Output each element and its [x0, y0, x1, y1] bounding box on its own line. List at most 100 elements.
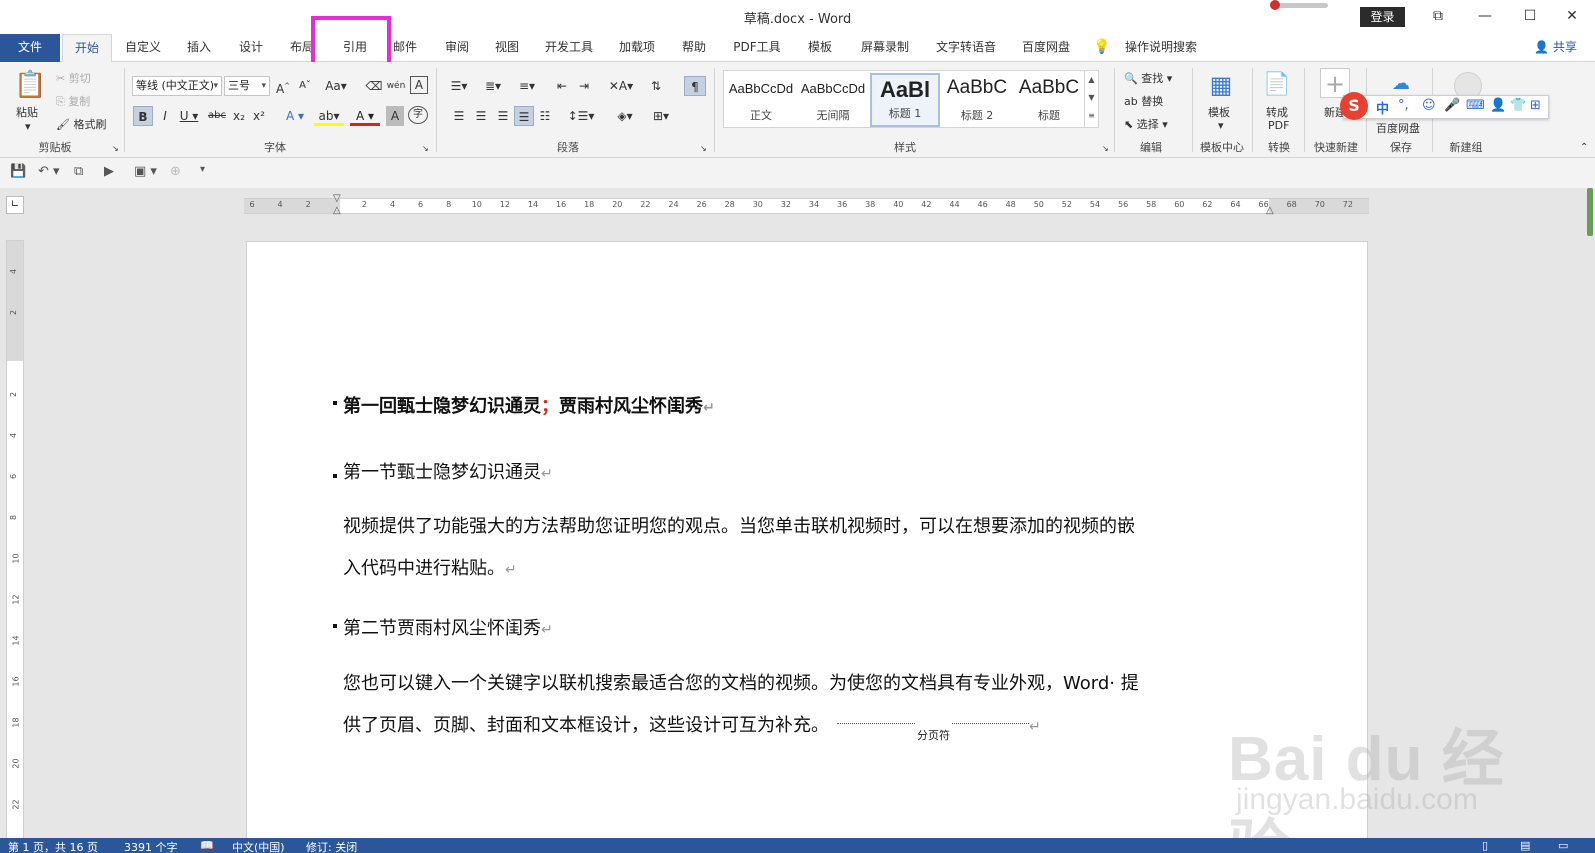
maximize-icon[interactable]: ☐ [1510, 4, 1550, 28]
proofing-icon[interactable]: 📖 [200, 839, 214, 852]
tab-insert[interactable]: 插入 [176, 34, 222, 62]
styles-launcher-icon[interactable]: ↘ [1102, 144, 1109, 153]
replace-button[interactable]: ab 替换 [1124, 93, 1163, 109]
paste-dropdown-icon[interactable]: ▾ [25, 120, 31, 133]
track-changes-status[interactable]: 修订: 关闭 [306, 839, 357, 853]
customize-qat-icon[interactable]: ▾ [200, 164, 205, 175]
tab-mailings[interactable]: 邮件 [388, 34, 422, 62]
tab-home[interactable]: 开始 [62, 34, 112, 63]
shading-icon[interactable]: ◈▾ [610, 106, 640, 126]
horizontal-ruler[interactable]: ▽ △ △ 6 4 2 2 4 6 8 10 12 14 16 18 20 22 24 26 28 30 32 34 3… [244, 193, 1369, 216]
enclose-characters-icon[interactable]: 字 [408, 106, 428, 124]
tell-me-search[interactable]: 操作说明搜索 [1118, 34, 1204, 62]
template-button[interactable]: 模板 [1208, 104, 1230, 120]
bold-icon[interactable]: B [133, 106, 153, 126]
tab-view[interactable]: 视图 [484, 34, 530, 62]
document-page[interactable]: 第一回甄士隐梦幻识通灵；贾雨村风尘怀闺秀↵ 第一节甄士隐梦幻识通灵↵ 视频提供了… [246, 241, 1368, 853]
first-line-indent-marker[interactable]: ▽ [333, 193, 341, 204]
print-layout-icon[interactable]: ▤ [1520, 839, 1530, 852]
lightbulb-icon[interactable]: 💡 [1092, 34, 1112, 62]
paste-button[interactable]: 粘贴 [16, 104, 38, 120]
word-count[interactable]: 3391 个字 [124, 839, 178, 853]
read-mode-icon[interactable]: ▯ [1482, 839, 1488, 852]
change-case-icon[interactable]: Aa▾ [322, 76, 350, 96]
decrease-indent-icon[interactable]: ⇤ [552, 76, 572, 96]
tab-review[interactable]: 审阅 [434, 34, 480, 62]
clear-formatting-icon[interactable]: ⌫ [364, 76, 384, 96]
font-launcher-icon[interactable]: ↘ [422, 144, 429, 153]
align-right-icon[interactable]: ☰ [494, 106, 512, 126]
strikethrough-icon[interactable]: abc [206, 106, 228, 126]
character-border-icon[interactable]: A [410, 76, 428, 94]
collapse-ribbon-icon[interactable]: ⌃ [1580, 142, 1588, 153]
minimize-icon[interactable]: — [1465, 4, 1505, 28]
character-shading-icon[interactable]: A [386, 106, 404, 126]
align-left-icon[interactable]: ☰ [450, 106, 468, 126]
toolbox-icon[interactable]: ⊞ [1530, 98, 1541, 113]
numbering-icon[interactable]: ≣▾ [478, 76, 508, 96]
microphone-icon[interactable]: 🎤 [1444, 98, 1460, 113]
ime-toolbar[interactable]: S 中 °, ☺ 🎤 ⌨ 👤 👕 ⊞ [1340, 92, 1549, 120]
user-icon[interactable]: 👤 [1490, 98, 1506, 113]
layout-icon[interactable]: ▣ ▾ [134, 164, 157, 179]
template-icon[interactable]: ▦ [1204, 68, 1238, 102]
style-title[interactable]: AaBbC 标题 [1014, 73, 1084, 127]
tab-developer[interactable]: 开发工具 [538, 34, 600, 62]
ime-chinese-mode[interactable]: 中 [1376, 98, 1389, 117]
format-painter-button[interactable]: 🖌 格式刷 [56, 116, 106, 132]
line-spacing-icon[interactable]: ↕☰▾ [566, 106, 596, 126]
style-heading-2[interactable]: AaBbC 标题 2 [942, 73, 1012, 127]
presentation-icon[interactable]: ▶ [104, 164, 114, 179]
font-name-combo[interactable]: 等线 (中文正文) [132, 76, 222, 96]
save-icon[interactable]: 💾 [10, 164, 26, 179]
increase-indent-icon[interactable]: ⇥ [574, 76, 594, 96]
convert-to-pdf-label-2[interactable]: PDF [1268, 119, 1289, 132]
grow-font-icon[interactable]: A^ [274, 76, 292, 96]
tab-customize[interactable]: 自定义 [118, 34, 168, 62]
sort-icon[interactable]: ⇅ [646, 76, 666, 96]
punctuation-icon[interactable]: °, [1398, 98, 1409, 113]
style-heading-1[interactable]: AaBl 标题 1 [870, 73, 940, 127]
copy-format-icon[interactable]: ⧉ [74, 164, 83, 179]
vertical-scrollbar[interactable] [1585, 188, 1595, 838]
highlight-color-icon[interactable]: ab▾ [314, 106, 344, 126]
undo-icon[interactable]: ↶ ▾ [38, 164, 60, 179]
vertical-ruler[interactable]: 4 2 2 4 6 8 10 12 14 16 18 20 22 [6, 240, 24, 840]
asian-layout-icon[interactable]: ✕A▾ [606, 76, 636, 96]
bullets-icon[interactable]: ☰▾ [444, 76, 474, 96]
page-count[interactable]: 第 1 页，共 16 页 [8, 839, 98, 853]
share-button[interactable]: 👤 共享 [1534, 34, 1577, 62]
text-effects-icon[interactable]: A ▾ [280, 106, 310, 126]
style-no-spacing[interactable]: AaBbCcDd 无间隔 [798, 73, 868, 127]
font-size-combo[interactable]: 三号 [224, 76, 270, 96]
font-color-icon[interactable]: A ▾ [350, 106, 380, 126]
underline-icon[interactable]: U ▾ [176, 106, 202, 126]
multilevel-list-icon[interactable]: ≡▾ [512, 76, 542, 96]
heading-2-section-2[interactable]: 第二节贾雨村风尘怀闺秀↵ [343, 614, 553, 640]
paragraph-launcher-icon[interactable]: ↘ [700, 144, 707, 153]
tab-addins[interactable]: 加载项 [612, 34, 662, 62]
tab-selector[interactable]: ∟ [6, 196, 24, 214]
skin-icon[interactable]: 👕 [1510, 98, 1526, 113]
style-normal[interactable]: AaBbCcDd 正文 [726, 73, 796, 127]
paste-icon[interactable]: 📋 [14, 68, 46, 102]
new-page-icon[interactable]: ⊕ [170, 164, 181, 179]
copy-button[interactable]: ⎘ 复制 [56, 93, 90, 109]
distributed-icon[interactable]: ☷ [536, 106, 554, 126]
close-icon[interactable]: ✕ [1552, 4, 1592, 28]
superscript-icon[interactable]: x² [250, 106, 268, 126]
find-button[interactable]: 🔍 查找 ▾ [1124, 70, 1172, 86]
login-button[interactable]: 登录 [1360, 7, 1405, 27]
tab-pdf-tools[interactable]: PDF工具 [728, 34, 786, 62]
save-to-baidu-button[interactable]: 百度网盘 [1376, 120, 1420, 136]
pdf-icon[interactable]: 📄 [1262, 68, 1292, 102]
phonetic-guide-icon[interactable]: wén [386, 76, 406, 96]
tab-template[interactable]: 模板 [798, 34, 842, 62]
borders-icon[interactable]: ⊞▾ [646, 106, 676, 126]
body-paragraph-1[interactable]: 视频提供了功能强大的方法帮助您证明您的观点。当您单击联机视频时，可以在想要添加的… [343, 506, 1135, 591]
convert-to-pdf-label-1[interactable]: 转成 [1266, 104, 1288, 120]
ribbon-display-options-icon[interactable]: ⧉ [1418, 4, 1458, 28]
justify-icon[interactable]: ☰ [514, 106, 534, 126]
align-center-icon[interactable]: ☰ [472, 106, 490, 126]
cut-button[interactable]: ✂ 剪切 [56, 70, 91, 86]
